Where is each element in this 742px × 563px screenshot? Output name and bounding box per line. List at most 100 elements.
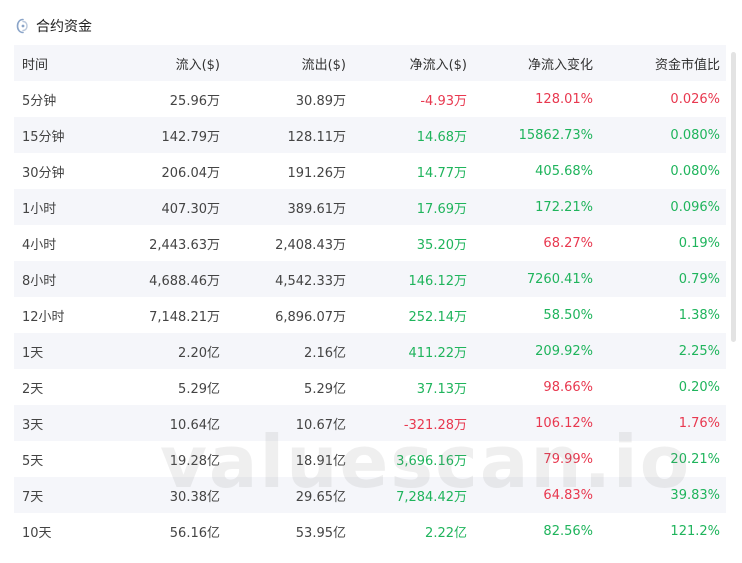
cell-outflow: 30.89万: [295, 93, 346, 109]
cell-net-inflow: 3,696.16万: [396, 453, 467, 469]
cell-net-change: 15862.73%: [518, 127, 593, 143]
cell-ratio: 1.76%: [678, 415, 720, 431]
cell-net-inflow: 14.77万: [416, 165, 467, 181]
cell-net-change: 79.99%: [543, 451, 593, 467]
cell-net-inflow: -321.28万: [403, 417, 467, 433]
cell-net-inflow: 17.69万: [416, 201, 467, 217]
cell-inflow: 5.29亿: [178, 381, 220, 397]
cell-net-change: 128.01%: [535, 91, 593, 107]
cell-ratio: 0.20%: [678, 379, 720, 395]
cell-net-inflow: 146.12万: [408, 273, 468, 289]
cell-net-change: 172.21%: [535, 199, 593, 215]
table-row: 3天 10.64亿 10.67亿 -321.28万 106.12% 1.76%: [14, 405, 726, 441]
table-header-row: 时间 流入($) 流出($) 净流入($) 净流入变化 资金市值比: [14, 45, 726, 81]
table-row: 7天 30.38亿 29.65亿 7,284.42万 64.83% 39.83%: [14, 477, 726, 513]
column-header-net-change: 净流入变化: [527, 57, 593, 73]
cell-net-change: 68.27%: [543, 235, 593, 251]
cell-ratio: 39.83%: [670, 487, 720, 503]
cell-net-change: 405.68%: [535, 163, 593, 179]
cell-inflow: 25.96万: [169, 93, 220, 109]
table-row: 5天 19.28亿 18.91亿 3,696.16万 79.99% 20.21%: [14, 441, 726, 477]
table-row: 30分钟 206.04万 191.26万 14.77万 405.68% 0.080%: [14, 153, 726, 189]
cell-net-change: 7260.41%: [526, 271, 593, 287]
column-header-net-inflow: 净流入($): [409, 57, 467, 73]
cell-ratio: 0.026%: [670, 91, 720, 107]
cell-net-change: 98.66%: [543, 379, 593, 395]
cell-time: 1小时: [22, 201, 57, 217]
table-row: 10天 56.16亿 53.95亿 2.22亿 82.56% 121.2%: [14, 513, 726, 549]
fund-flow-table: 时间 流入($) 流出($) 净流入($) 净流入变化 资金市值比 5分钟 25.…: [14, 45, 726, 549]
cell-time: 4小时: [22, 237, 57, 253]
cell-inflow: 4,688.46万: [149, 273, 220, 289]
cell-outflow: 4,542.33万: [275, 273, 346, 289]
cell-outflow: 191.26万: [287, 165, 347, 181]
cell-time: 3天: [22, 417, 44, 433]
cell-ratio: 1.38%: [678, 307, 720, 323]
cell-outflow: 18.91亿: [295, 453, 346, 469]
cell-inflow: 56.16亿: [169, 525, 220, 541]
table-row: 5分钟 25.96万 30.89万 -4.93万 128.01% 0.026%: [14, 81, 726, 117]
cell-time: 2天: [22, 381, 44, 397]
cell-time: 15分钟: [22, 129, 65, 145]
cell-net-change: 82.56%: [543, 523, 593, 539]
column-header-time: 时间: [22, 57, 49, 73]
cell-net-inflow: 37.13万: [416, 381, 467, 397]
cell-ratio: 0.19%: [678, 235, 720, 251]
cell-ratio: 20.21%: [670, 451, 720, 467]
column-header-outflow: 流出($): [301, 57, 346, 73]
cell-outflow: 29.65亿: [295, 489, 346, 505]
cell-time: 10天: [22, 525, 52, 541]
cell-ratio: 2.25%: [678, 343, 720, 359]
cell-outflow: 128.11万: [287, 129, 347, 145]
cell-outflow: 389.61万: [287, 201, 347, 217]
table-row: 2天 5.29亿 5.29亿 37.13万 98.66% 0.20%: [14, 369, 726, 405]
section-header: 合约资金: [16, 13, 92, 39]
cell-inflow: 19.28亿: [169, 453, 220, 469]
table-row: 12小时 7,148.21万 6,896.07万 252.14万 58.50% 1.38%: [14, 297, 726, 333]
cell-net-change: 58.50%: [543, 307, 593, 323]
cell-outflow: 10.67亿: [295, 417, 346, 433]
cell-net-inflow: 2.22亿: [425, 525, 467, 541]
cell-net-inflow: 252.14万: [408, 309, 468, 325]
cell-ratio: 121.2%: [670, 523, 720, 539]
scrollbar[interactable]: [731, 52, 736, 342]
cell-time: 8小时: [22, 273, 57, 289]
cell-outflow: 53.95亿: [295, 525, 346, 541]
cell-time: 1天: [22, 345, 44, 361]
cell-outflow: 6,896.07万: [275, 309, 346, 325]
cell-inflow: 2.20亿: [178, 345, 220, 361]
cell-net-inflow: 35.20万: [416, 237, 467, 253]
cell-inflow: 407.30万: [161, 201, 221, 217]
cell-ratio: 0.096%: [670, 199, 720, 215]
table-row: 8小时 4,688.46万 4,542.33万 146.12万 7260.41% 0.79…: [14, 261, 726, 297]
cell-net-change: 209.92%: [535, 343, 593, 359]
cell-net-change: 106.12%: [535, 415, 593, 431]
cell-inflow: 142.79万: [161, 129, 221, 145]
cell-outflow: 2.16亿: [304, 345, 346, 361]
cell-net-inflow: -4.93万: [420, 93, 467, 109]
table-row: 1小时 407.30万 389.61万 17.69万 172.21% 0.096%: [14, 189, 726, 225]
table-row: 4小时 2,443.63万 2,408.43万 35.20万 68.27% 0.19%: [14, 225, 726, 261]
coin-icon: [16, 18, 30, 34]
cell-outflow: 5.29亿: [304, 381, 346, 397]
cell-net-inflow: 14.68万: [416, 129, 467, 145]
table-row: 15分钟 142.79万 128.11万 14.68万 15862.73% 0.080%: [14, 117, 726, 153]
cell-time: 30分钟: [22, 165, 65, 181]
cell-time: 5分钟: [22, 93, 57, 109]
cell-ratio: 0.080%: [670, 163, 720, 179]
cell-inflow: 2,443.63万: [149, 237, 220, 253]
cell-net-inflow: 7,284.42万: [396, 489, 467, 505]
column-header-inflow: 流入($): [175, 57, 220, 73]
cell-net-inflow: 411.22万: [408, 345, 468, 361]
cell-outflow: 2,408.43万: [275, 237, 346, 253]
cell-ratio: 0.79%: [678, 271, 720, 287]
column-header-ratio: 资金市值比: [654, 57, 720, 73]
cell-time: 7天: [22, 489, 44, 505]
cell-net-change: 64.83%: [543, 487, 593, 503]
cell-inflow: 30.38亿: [169, 489, 220, 505]
table-row: 1天 2.20亿 2.16亿 411.22万 209.92% 2.25%: [14, 333, 726, 369]
cell-inflow: 7,148.21万: [149, 309, 220, 325]
cell-inflow: 10.64亿: [169, 417, 220, 433]
cell-time: 5天: [22, 453, 44, 469]
cell-ratio: 0.080%: [670, 127, 720, 143]
